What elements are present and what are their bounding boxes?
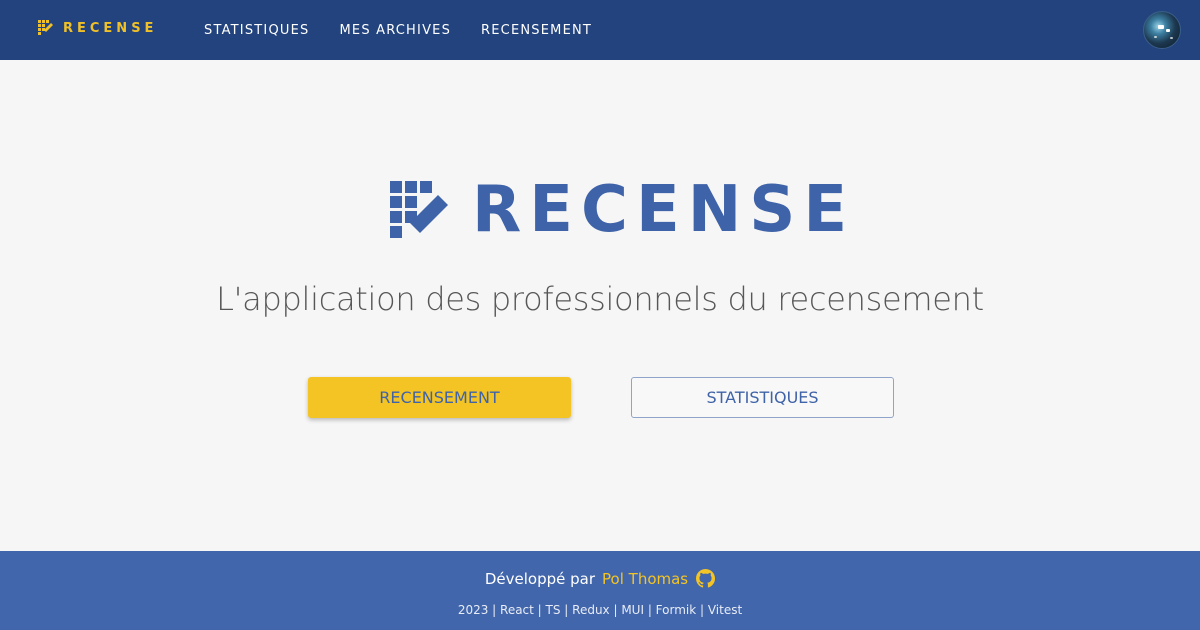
hero-title: RECENSE [472,173,856,247]
credit-prefix: Développé par [484,569,596,588]
brand-name: RECENSE [63,20,158,36]
hero-logo: RECENSE [390,178,855,242]
recensement-button[interactable]: RECENSEMENT [308,377,571,418]
avatar-detail [1170,37,1173,39]
github-icon[interactable] [696,569,716,588]
nav-recensement[interactable]: RECENSEMENT [481,23,592,38]
nav-mes-archives[interactable]: MES ARCHIVES [339,23,451,38]
avatar-detail [1158,25,1164,29]
brand[interactable]: RECENSE [38,20,157,36]
nav-statistiques[interactable]: STATISTIQUES [204,23,309,38]
main-nav: STATISTIQUES MES ARCHIVES RECENSEMENT [204,0,622,60]
top-navbar: RECENSE STATISTIQUES MES ARCHIVES RECENS… [0,0,1200,60]
census-grid-pencil-icon [390,181,448,238]
statistiques-button[interactable]: STATISTIQUES [631,377,894,418]
tagline: L'application des professionnels du rece… [216,280,984,318]
avatar-detail [1166,29,1170,32]
footer: Développé par Pol Thomas 2023 | React | … [0,551,1200,630]
tech-stack: 2023 | React | TS | Redux | MUI | Formik… [457,603,743,617]
avatar-detail [1154,36,1157,38]
author-link[interactable]: Pol Thomas [602,570,688,588]
user-avatar[interactable] [1143,11,1181,49]
footer-credit: Développé par Pol Thomas [0,569,1200,588]
census-grid-pencil-icon [38,20,53,35]
